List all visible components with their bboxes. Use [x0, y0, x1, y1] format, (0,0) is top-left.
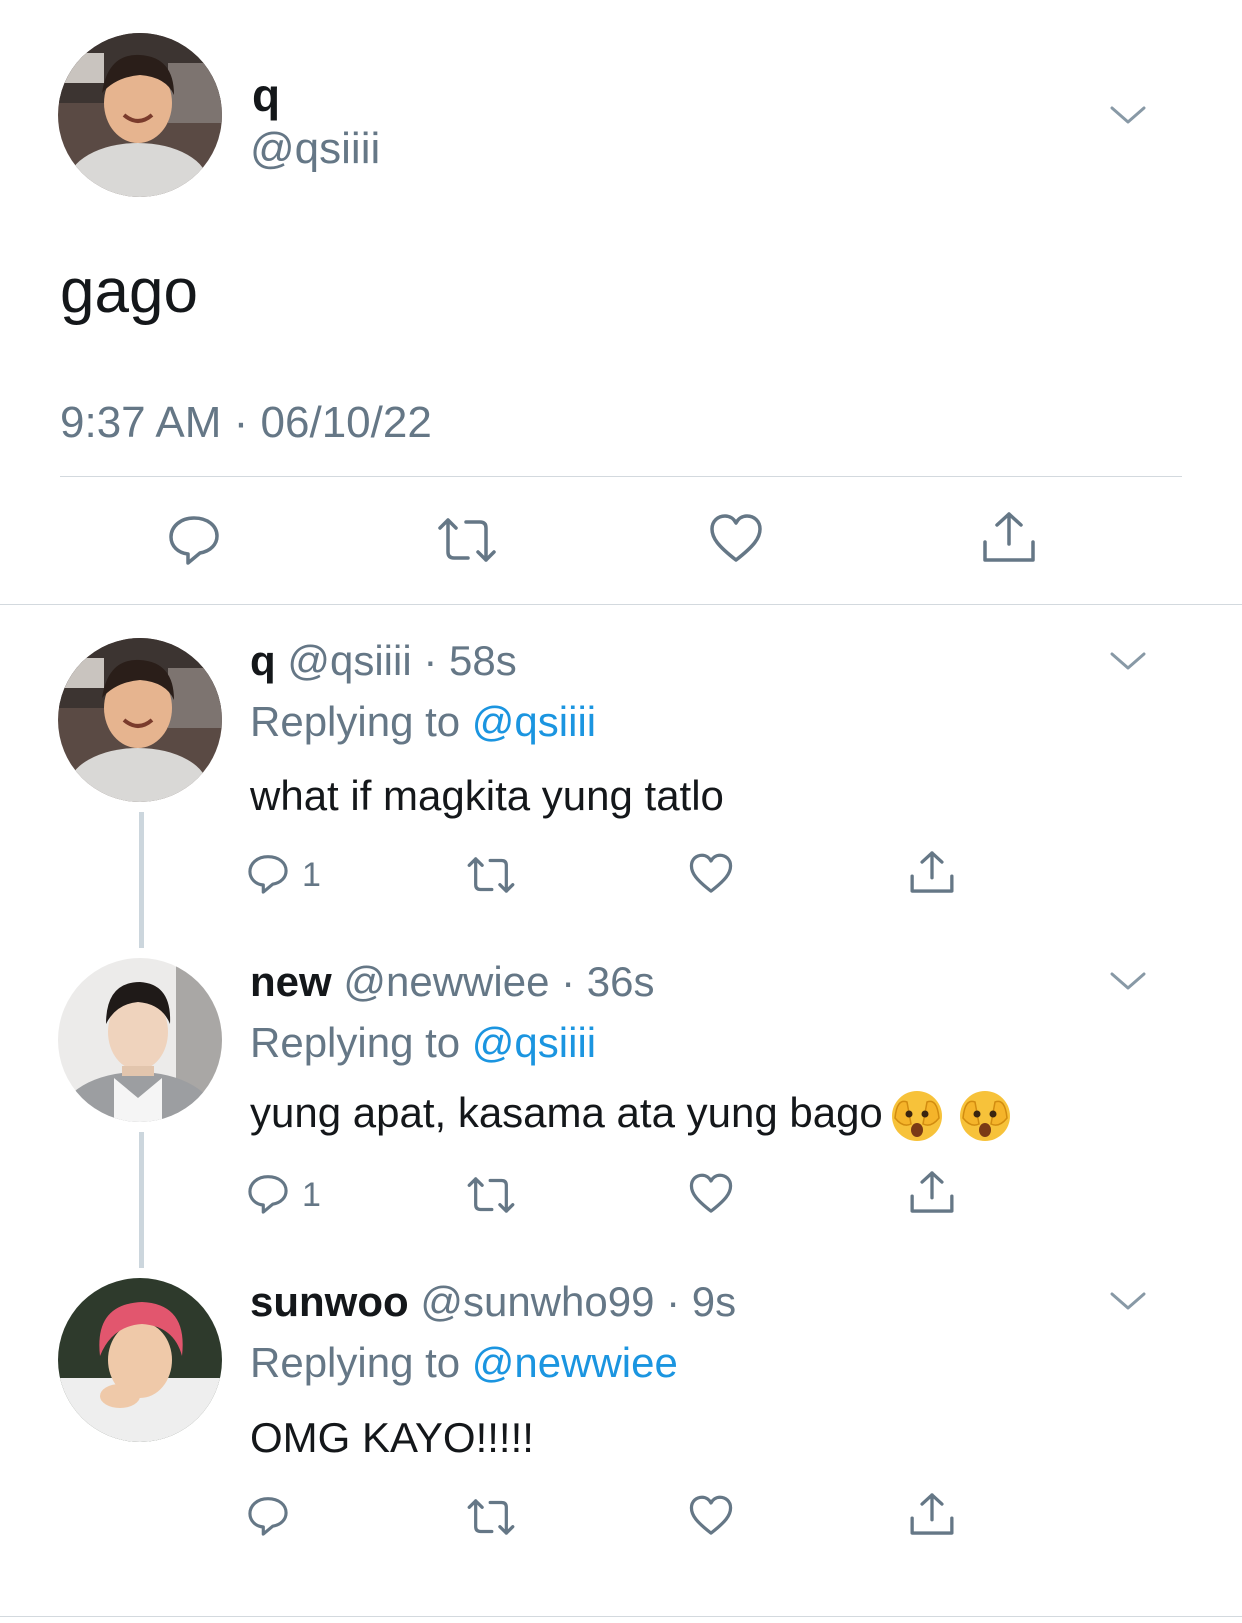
- retweet-icon: [438, 518, 496, 562]
- share-button[interactable]: [908, 1168, 956, 1216]
- like-icon: [689, 1173, 733, 1213]
- reply-count: 1: [302, 1176, 321, 1214]
- chevron-down-icon[interactable]: [1108, 650, 1148, 674]
- chevron-down-icon[interactable]: [1108, 104, 1148, 128]
- share-button[interactable]: [908, 848, 956, 896]
- face-with-hands-over-eyes-icon: [891, 1091, 942, 1141]
- reply-author-name[interactable]: new: [250, 958, 332, 1005]
- reply-time: · 9s: [666, 1278, 737, 1325]
- chevron-down-icon[interactable]: [1108, 970, 1148, 994]
- reply-icon: [169, 516, 219, 565]
- face-with-hands-over-eyes-icon: [959, 1091, 1010, 1141]
- reply-text-row: yung apat, kasama ata yung bago: [250, 1088, 1013, 1144]
- avatar-new[interactable]: [58, 958, 222, 1122]
- like-icon: [710, 514, 762, 562]
- avatar-q[interactable]: [58, 33, 222, 197]
- retweet-button[interactable]: [466, 1174, 516, 1216]
- reply-header: sunwoo @sunwho99 · 9s: [250, 1278, 736, 1326]
- reply-button[interactable]: [246, 852, 290, 896]
- replying-to: Replying to @qsiiii: [250, 1019, 596, 1067]
- avatar-q[interactable]: [58, 638, 222, 802]
- reply-button[interactable]: [246, 1172, 290, 1216]
- reply-text: what if magkita yung tatlo: [250, 772, 724, 819]
- reply-author-handle[interactable]: @newwiee: [343, 958, 549, 1005]
- like-button[interactable]: [688, 852, 734, 896]
- like-icon: [689, 853, 733, 893]
- reply-author-name[interactable]: q: [250, 637, 276, 684]
- replying-to-label: Replying to: [250, 1019, 461, 1066]
- retweet-button[interactable]: [436, 514, 498, 566]
- reply-author-handle[interactable]: @sunwho99: [420, 1278, 654, 1325]
- replying-to-link[interactable]: @qsiiii: [472, 698, 596, 745]
- share-icon: [910, 1493, 954, 1535]
- tweet-text: gago: [60, 257, 198, 326]
- reply-icon: [248, 855, 288, 894]
- replying-to: Replying to @newwiee: [250, 1339, 678, 1387]
- like-button[interactable]: [688, 1172, 734, 1216]
- reply-header: new @newwiee · 36s: [250, 958, 654, 1006]
- replying-to: Replying to @qsiiii: [250, 698, 596, 746]
- share-icon: [910, 851, 954, 893]
- section-divider: [0, 604, 1242, 605]
- author-handle[interactable]: @qsiiii: [250, 124, 380, 174]
- avatar-sunwoo[interactable]: [58, 1278, 222, 1442]
- like-button[interactable]: [708, 512, 764, 566]
- reply-header: q @qsiiii · 58s: [250, 637, 517, 685]
- reply-time: · 36s: [561, 958, 655, 1005]
- like-icon: [689, 1495, 733, 1535]
- reply-text: yung apat, kasama ata yung bago: [250, 1089, 883, 1137]
- reply-author-handle[interactable]: @qsiiii: [287, 637, 411, 684]
- thread-line: [139, 812, 144, 948]
- reply-text: OMG KAYO!!!!!: [250, 1414, 534, 1461]
- replying-to-label: Replying to: [250, 1339, 461, 1386]
- reply-icon: [248, 1497, 288, 1536]
- reply-author-name[interactable]: sunwoo: [250, 1278, 409, 1325]
- reply-icon: [248, 1175, 288, 1214]
- retweet-icon: [467, 1177, 515, 1213]
- replying-to-label: Replying to: [250, 698, 461, 745]
- replying-to-link[interactable]: @qsiiii: [472, 1019, 596, 1066]
- tweet-timestamp[interactable]: 9:37 AM · 06/10/22: [60, 398, 432, 448]
- replying-to-link[interactable]: @newwiee: [472, 1339, 678, 1386]
- reply-button[interactable]: [246, 1494, 290, 1538]
- divider: [60, 476, 1182, 477]
- share-button[interactable]: [980, 508, 1038, 566]
- like-button[interactable]: [688, 1494, 734, 1538]
- bottom-divider: [0, 1616, 1242, 1617]
- retweet-icon: [467, 857, 515, 893]
- chevron-down-icon[interactable]: [1108, 1290, 1148, 1314]
- retweet-button[interactable]: [466, 854, 516, 896]
- reply-count: 1: [302, 856, 321, 894]
- share-icon: [910, 1171, 954, 1213]
- share-button[interactable]: [908, 1490, 956, 1538]
- share-icon: [983, 512, 1035, 562]
- reply-time: · 58s: [423, 637, 517, 684]
- reply-button[interactable]: [166, 512, 222, 568]
- retweet-icon: [467, 1499, 515, 1535]
- thread-line: [139, 1132, 144, 1268]
- retweet-button[interactable]: [466, 1496, 516, 1538]
- author-name[interactable]: q: [252, 68, 280, 122]
